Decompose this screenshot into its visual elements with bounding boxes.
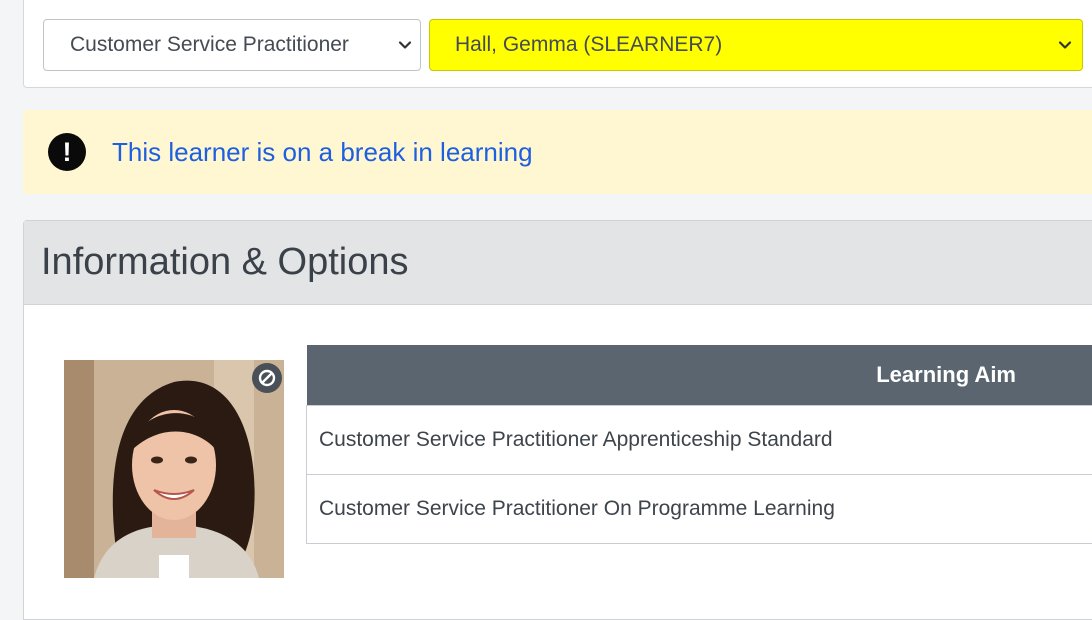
learning-aim-cell: Customer Service Practitioner On Program…	[307, 475, 1092, 544]
learner-select[interactable]: Hall, Gemma (SLEARNER7)	[429, 19, 1083, 71]
panel-title: Information & Options	[41, 241, 409, 284]
chevron-down-icon	[1058, 38, 1072, 52]
column-header-learning-aim: Learning Aim	[307, 345, 1092, 406]
course-select-value: Customer Service Practitioner	[70, 33, 349, 57]
chevron-down-icon	[398, 38, 412, 52]
panel-header: Information & Options	[24, 221, 1092, 305]
learning-aim-cell: Customer Service Practitioner Apprentice…	[307, 406, 1092, 475]
learner-photo-image	[64, 360, 284, 578]
table-header-row: Learning Aim	[307, 345, 1092, 406]
break-in-learning-alert: ! This learner is on a break in learning	[23, 110, 1092, 194]
learner-photo	[64, 360, 284, 578]
exclamation-icon: !	[48, 133, 86, 171]
table-row[interactable]: Customer Service Practitioner Apprentice…	[307, 406, 1092, 475]
alert-message: This learner is on a break in learning	[112, 137, 533, 168]
learner-select-value: Hall, Gemma (SLEARNER7)	[455, 33, 722, 57]
information-options-panel: Information & Options Learning	[23, 220, 1092, 620]
learning-aims-table: Learning Aim Customer Service Practition…	[306, 345, 1092, 544]
blocked-icon[interactable]	[252, 363, 282, 393]
course-select[interactable]: Customer Service Practitioner	[43, 19, 421, 71]
table-row[interactable]: Customer Service Practitioner On Program…	[307, 475, 1092, 544]
selector-card: Customer Service Practitioner Hall, Gemm…	[23, 0, 1092, 88]
